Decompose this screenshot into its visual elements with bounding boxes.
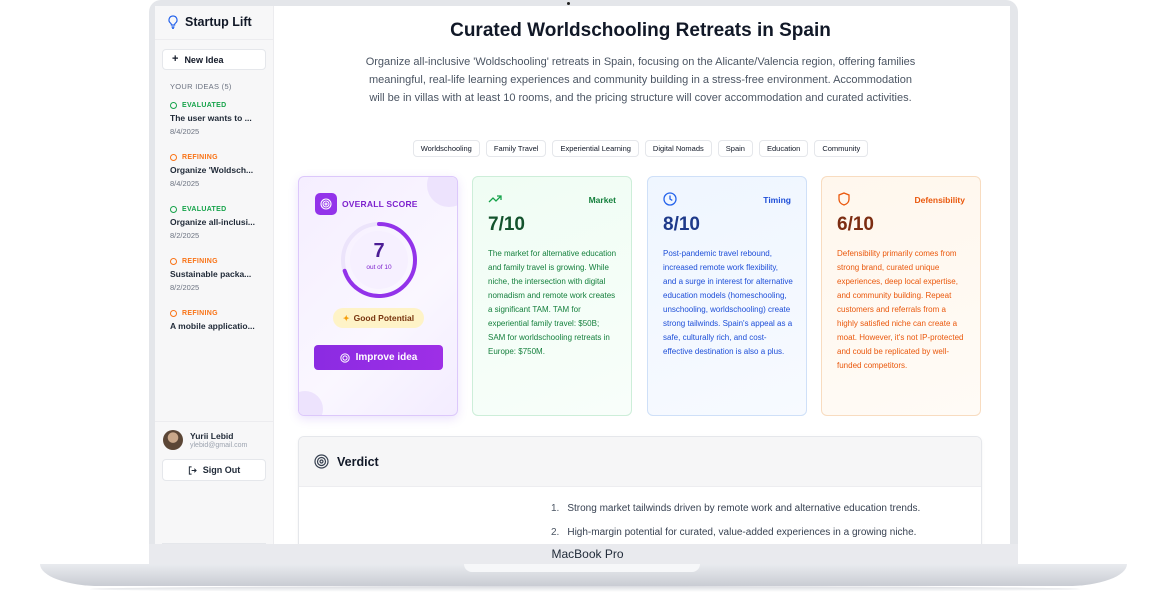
list-item: 2. High-margin potential for curated, va… <box>551 527 917 538</box>
timing-score: 8/10 <box>663 214 700 235</box>
idea-item[interactable]: REFINING Organize 'Woldsch... 8/4/2025 <box>170 154 268 188</box>
clock-icon <box>170 154 177 161</box>
status-badge: REFINING <box>170 258 268 265</box>
app-screen: Startup Lift + New Idea YOUR IDEAS (5) E… <box>155 6 1010 544</box>
lightbulb-icon <box>168 15 178 29</box>
status-badge: REFINING <box>170 310 268 317</box>
improve-idea-button[interactable]: Improve idea <box>314 345 443 370</box>
market-card: Market 7/10 The market for alternative e… <box>472 176 632 416</box>
sign-out-button[interactable]: Sign Out <box>162 459 266 481</box>
overall-score-label: OVERALL SCORE <box>342 199 418 209</box>
timing-text: Post-pandemic travel rebound, increased … <box>663 249 793 356</box>
clock-icon <box>663 192 677 206</box>
timing-label: Timing <box>763 195 791 205</box>
decoration <box>427 177 457 207</box>
sign-out-label: Sign Out <box>202 465 241 475</box>
tag-list: Worldschooling Family Travel Experientia… <box>274 140 1007 157</box>
check-circle-icon <box>170 206 177 213</box>
plus-icon: + <box>172 53 179 65</box>
improve-idea-label: Improve idea <box>355 352 418 363</box>
idea-title: A mobile applicatio... <box>170 321 255 331</box>
defensibility-score: 6/10 <box>837 214 874 235</box>
target-icon <box>339 352 350 363</box>
sparkle-icon: ✦ <box>342 313 350 323</box>
defensibility-card: Defensibility 6/10 Defensibility primari… <box>821 176 981 416</box>
idea-item[interactable]: EVALUATED Organize all-inclusi... 8/2/20… <box>170 206 268 240</box>
market-score: 7/10 <box>488 214 525 235</box>
clock-icon <box>170 258 177 265</box>
laptop-mockup: Startup Lift + New Idea YOUR IDEAS (5) E… <box>0 0 1175 594</box>
verdict-title: Verdict <box>337 455 379 469</box>
logout-icon <box>188 465 197 475</box>
list-item: 1. Strong market tailwinds driven by rem… <box>551 503 921 514</box>
defensibility-text: Defensibility primarily comes from stron… <box>837 249 964 370</box>
status-badge: EVALUATED <box>170 206 268 213</box>
idea-title: Organize all-inclusi... <box>170 217 256 227</box>
clock-icon <box>170 310 177 317</box>
device-label: MacBook Pro <box>551 547 624 561</box>
tag: Education <box>758 140 809 157</box>
laptop-shadow <box>90 586 1080 592</box>
status-badge: REFINING <box>170 154 268 161</box>
trending-up-icon <box>488 195 502 203</box>
target-icon <box>314 454 329 469</box>
shield-icon <box>838 192 850 206</box>
brand-name: Startup Lift <box>185 15 252 29</box>
new-idea-label: New Idea <box>184 54 224 65</box>
idea-title: Organize 'Woldsch... <box>170 165 254 175</box>
idea-date: 8/2/2025 <box>170 231 200 240</box>
user-email: ylebid@gmail.com <box>190 442 248 449</box>
tag: Community <box>814 140 869 157</box>
idea-date: 8/4/2025 <box>170 179 200 188</box>
new-idea-button[interactable]: + New Idea <box>162 49 266 70</box>
sidebar: Startup Lift + New Idea YOUR IDEAS (5) E… <box>155 6 274 544</box>
overall-score-sub: out of 10 <box>366 264 392 271</box>
tag: Family Travel <box>485 140 547 157</box>
tag: Digital Nomads <box>644 140 712 157</box>
main-content: Curated Worldschooling Retreats in Spain… <box>274 6 1010 544</box>
tag: Spain <box>717 140 753 157</box>
idea-item[interactable]: EVALUATED The user wants to ... 8/4/2025 <box>170 102 268 136</box>
idea-title: The user wants to ... <box>170 113 252 123</box>
overall-score-card: OVERALL SCORE 7 out of 10 ✦ Good Potenti… <box>298 176 458 416</box>
avatar <box>163 430 183 450</box>
idea-date: 8/4/2025 <box>170 127 200 136</box>
overall-score-value: 7 <box>373 240 385 262</box>
status-badge: EVALUATED <box>170 102 268 109</box>
verdict-list: 1. Strong market tailwinds driven by rem… <box>551 503 971 544</box>
user-profile[interactable]: Yurii Lebid ylebid@gmail.com <box>163 430 247 450</box>
idea-item[interactable]: REFINING Sustainable packa... 8/2/2025 <box>170 258 268 292</box>
check-circle-icon <box>170 102 177 109</box>
idea-item[interactable]: REFINING A mobile applicatio... <box>170 310 268 331</box>
tag: Worldschooling <box>412 140 480 157</box>
laptop-notch <box>464 564 700 572</box>
market-label: Market <box>588 195 616 205</box>
idea-description: Organize all-inclusive 'Woldschooling' r… <box>365 56 916 105</box>
idea-title: Sustainable packa... <box>170 269 252 279</box>
tag: Experiential Learning <box>552 140 639 157</box>
ideas-heading: YOUR IDEAS (5) <box>170 82 232 91</box>
potential-badge: ✦ Good Potential <box>333 308 424 328</box>
target-icon <box>315 193 337 215</box>
verdict-header: Verdict <box>299 437 981 487</box>
verdict-panel: Verdict 1. Strong market tailwinds drive… <box>298 436 982 544</box>
defensibility-label: Defensibility <box>914 195 965 205</box>
divider <box>155 421 274 422</box>
market-text: The market for alternative education and… <box>488 249 617 356</box>
divider <box>155 39 274 40</box>
camera <box>567 2 570 5</box>
brand[interactable]: Startup Lift <box>167 15 252 29</box>
timing-card: Timing 8/10 Post-pandemic travel rebound… <box>647 176 807 416</box>
user-name: Yurii Lebid <box>190 431 234 441</box>
idea-date: 8/2/2025 <box>170 283 200 292</box>
page-title: Curated Worldschooling Retreats in Spain <box>450 20 831 41</box>
decoration <box>299 391 323 415</box>
